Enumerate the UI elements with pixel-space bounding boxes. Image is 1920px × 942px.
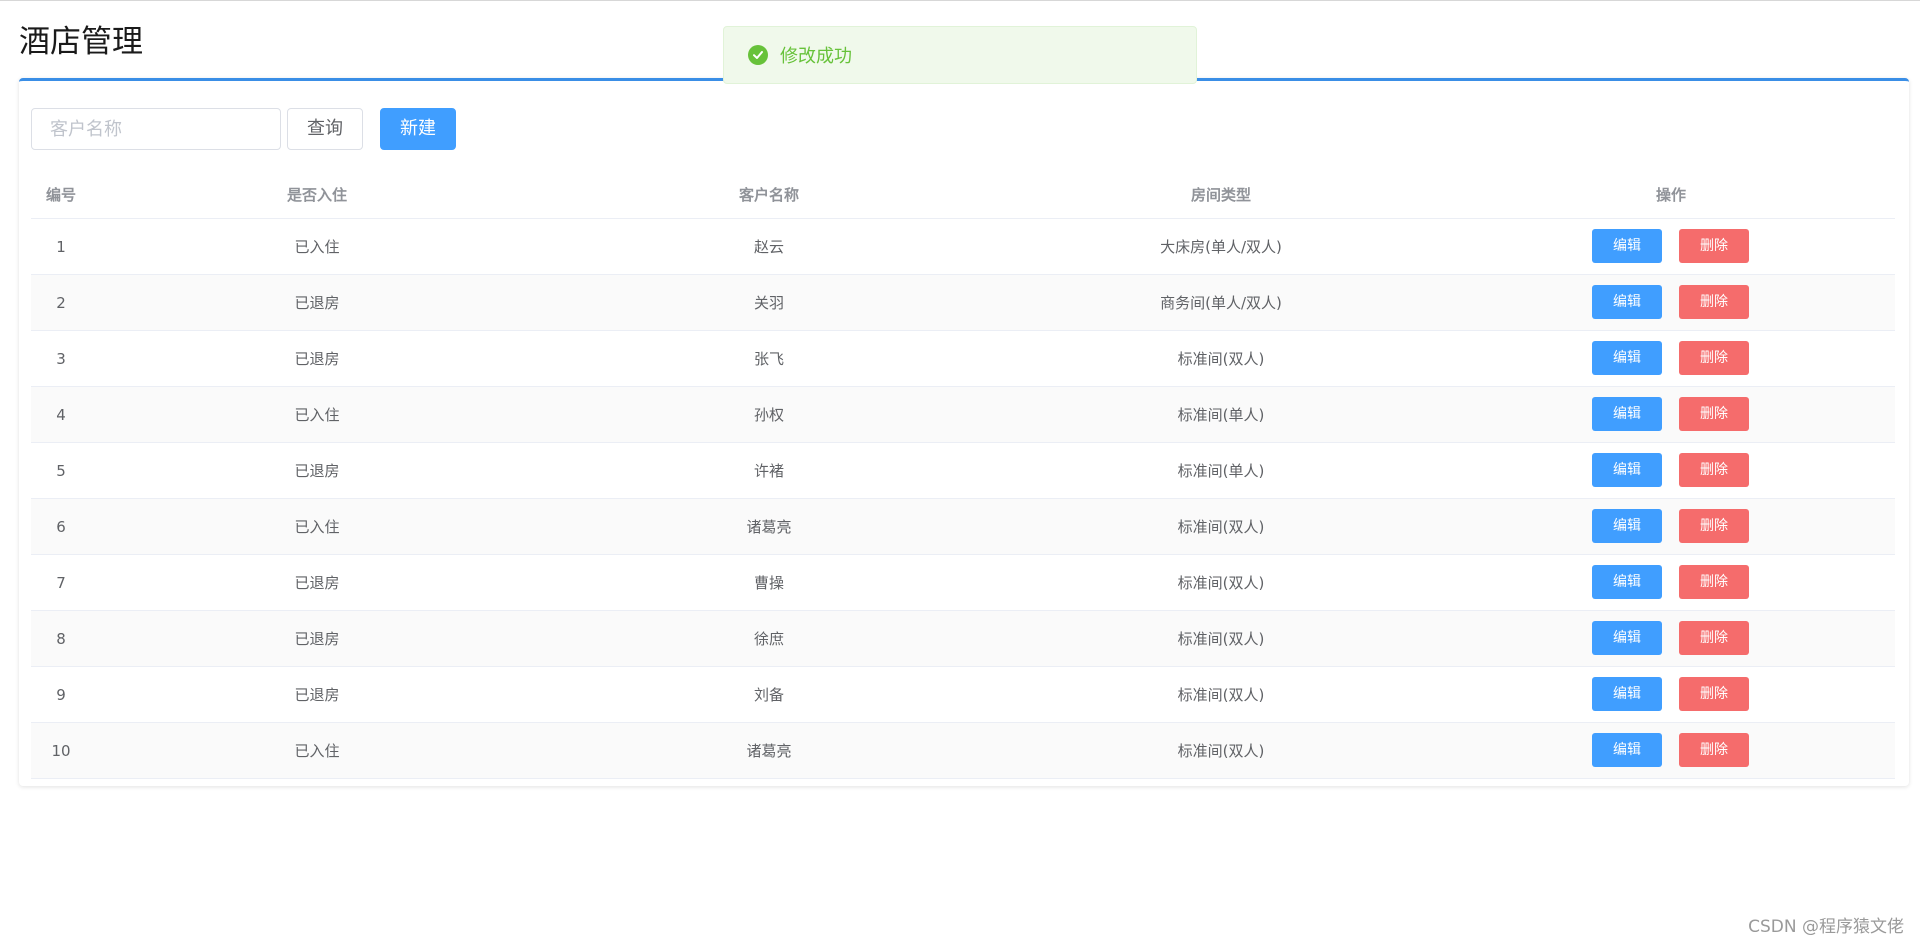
cell-room-type: 标准间(单人) [1177, 406, 1265, 424]
table-row: 10 已入住 诸葛亮 标准间(双人) 编辑 删除 [31, 723, 1895, 779]
toast-message: 修改成功 [780, 46, 852, 67]
table-row: 8 已退房 徐庶 标准间(双人) 编辑 删除 [31, 611, 1895, 667]
table-row: 5 已退房 许褚 标准间(单人) 编辑 删除 [31, 443, 1895, 499]
cell-status: 已入住 [294, 742, 340, 760]
cell-customer-name: 诸葛亮 [746, 518, 792, 536]
cell-status: 已入住 [294, 518, 340, 536]
table-header: 编号 是否入住 客户名称 房间类型 操作 [31, 170, 1895, 219]
table-row: 3 已退房 张飞 标准间(双人) 编辑 删除 [31, 331, 1895, 387]
cell-status: 已退房 [294, 462, 340, 480]
cell-customer-name: 徐庶 [753, 630, 784, 648]
check-circle-icon [748, 45, 768, 65]
delete-button[interactable]: 删除 [1679, 677, 1749, 711]
table-row: 1 已入住 赵云 大床房(单人/双人) 编辑 删除 [31, 219, 1895, 275]
new-button[interactable]: 新建 [380, 108, 456, 150]
cell-customer-name: 刘备 [753, 686, 784, 704]
cell-status: 已退房 [294, 294, 340, 312]
cell-status: 已入住 [294, 406, 340, 424]
cell-status: 已入住 [294, 238, 340, 256]
cell-status: 已退房 [294, 630, 340, 648]
cell-room-type: 标准间(双人) [1177, 742, 1265, 760]
edit-button[interactable]: 编辑 [1592, 285, 1662, 319]
cell-room-type: 标准间(双人) [1177, 574, 1265, 592]
cell-id: 8 [56, 629, 66, 648]
cell-id: 10 [51, 741, 71, 760]
table-row: 4 已入住 孙权 标准间(单人) 编辑 删除 [31, 387, 1895, 443]
delete-button[interactable]: 删除 [1679, 285, 1749, 319]
cell-customer-name: 诸葛亮 [746, 742, 792, 760]
cell-room-type: 大床房(单人/双人) [1160, 238, 1282, 256]
cell-room-type: 标准间(双人) [1177, 630, 1265, 648]
cell-id: 7 [56, 573, 66, 592]
cell-id: 2 [56, 293, 66, 312]
cell-room-type: 标准间(双人) [1177, 350, 1265, 368]
delete-button[interactable]: 删除 [1679, 229, 1749, 263]
table-row: 9 已退房 刘备 标准间(双人) 编辑 删除 [31, 667, 1895, 723]
edit-button[interactable]: 编辑 [1592, 229, 1662, 263]
cell-id: 3 [56, 349, 66, 368]
cell-room-type: 商务间(单人/双人) [1160, 294, 1282, 312]
delete-button[interactable]: 删除 [1679, 509, 1749, 543]
table-row: 2 已退房 关羽 商务间(单人/双人) 编辑 删除 [31, 275, 1895, 331]
column-header-id[interactable]: 编号 [31, 170, 91, 218]
customer-name-search-input[interactable] [31, 108, 281, 150]
edit-button[interactable]: 编辑 [1592, 397, 1662, 431]
edit-button[interactable]: 编辑 [1592, 677, 1662, 711]
watermark: CSDN @程序猿文佬 [1748, 917, 1904, 937]
cell-id: 6 [56, 517, 66, 536]
page-title: 酒店管理 [19, 24, 143, 60]
cell-id: 4 [56, 405, 66, 424]
cell-customer-name: 曹操 [753, 574, 784, 592]
edit-button[interactable]: 编辑 [1592, 453, 1662, 487]
column-header-room-type[interactable]: 房间类型 [995, 170, 1447, 218]
edit-button[interactable]: 编辑 [1592, 733, 1662, 767]
cell-id: 1 [56, 237, 66, 256]
cell-id: 9 [56, 685, 66, 704]
delete-button[interactable]: 删除 [1679, 565, 1749, 599]
cell-room-type: 标准间(双人) [1177, 686, 1265, 704]
delete-button[interactable]: 删除 [1679, 341, 1749, 375]
cell-status: 已退房 [294, 686, 340, 704]
delete-button[interactable]: 删除 [1679, 397, 1749, 431]
query-button[interactable]: 查询 [287, 108, 363, 150]
hotel-table: 编号 是否入住 客户名称 房间类型 操作 1 已入住 赵云 大床房(单人/双人) 编辑删… [31, 170, 1895, 779]
page: 酒店管理 查询 新建 编号 是否入住 客户名称 房间类型 操作 1 已入住 赵云 大床… [19, 0, 1909, 786]
delete-button[interactable]: 删除 [1679, 733, 1749, 767]
table-row: 6 已入住 诸葛亮 标准间(双人) 编辑 删除 [31, 499, 1895, 555]
column-header-status[interactable]: 是否入住 [91, 170, 543, 218]
cell-room-type: 标准间(双人) [1177, 518, 1265, 536]
edit-button[interactable]: 编辑 [1592, 565, 1662, 599]
column-header-customer-name[interactable]: 客户名称 [543, 170, 995, 218]
success-toast: 修改成功 [723, 26, 1197, 84]
delete-button[interactable]: 删除 [1679, 453, 1749, 487]
cell-customer-name: 张飞 [753, 350, 784, 368]
cell-customer-name: 许褚 [753, 462, 784, 480]
cell-customer-name: 赵云 [753, 238, 784, 256]
table-body: 1 已入住 赵云 大床房(单人/双人) 编辑 删除 2 已退房 关羽 商务间(单人/双人) 编辑 删除… [31, 219, 1895, 779]
delete-button[interactable]: 删除 [1679, 621, 1749, 655]
cell-status: 已退房 [294, 350, 340, 368]
edit-button[interactable]: 编辑 [1592, 621, 1662, 655]
cell-status: 已退房 [294, 574, 340, 592]
cell-room-type: 标准间(单人) [1177, 462, 1265, 480]
edit-button[interactable]: 编辑 [1592, 509, 1662, 543]
cell-id: 5 [56, 461, 66, 480]
cell-customer-name: 孙权 [753, 406, 784, 424]
cell-customer-name: 关羽 [753, 294, 784, 312]
edit-button[interactable]: 编辑 [1592, 341, 1662, 375]
table-row: 7 已退房 曹操 标准间(双人) 编辑 删除 [31, 555, 1895, 611]
column-header-operations: 操作 [1655, 185, 1686, 204]
content-card: 查询 新建 编号 是否入住 客户名称 房间类型 操作 1 已入住 赵云 大床房(单人/… [19, 78, 1909, 786]
